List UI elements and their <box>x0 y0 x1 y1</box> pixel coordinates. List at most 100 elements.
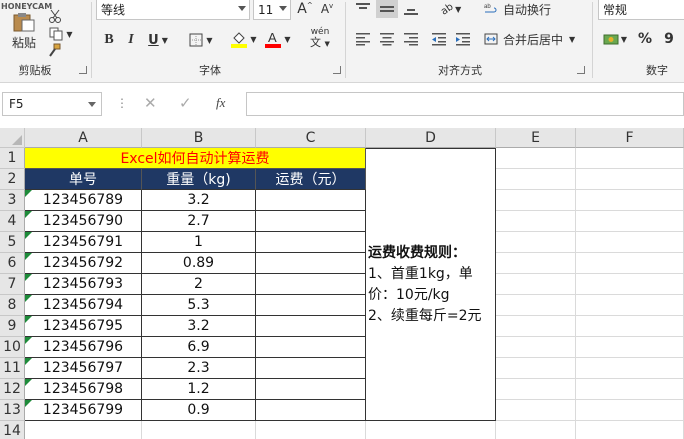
orientation-button[interactable]: ab ▼ <box>436 0 466 18</box>
id-cell[interactable]: 123456796 <box>25 337 142 358</box>
underline-button[interactable]: U ▼ <box>143 30 173 50</box>
id-cell[interactable]: 123456791 <box>25 232 142 253</box>
weight-cell[interactable]: 2.3 <box>142 358 256 379</box>
cell[interactable] <box>142 421 256 439</box>
cell[interactable] <box>496 232 576 253</box>
id-cell[interactable]: 123456794 <box>25 295 142 316</box>
percent-button[interactable]: % <box>636 30 654 48</box>
id-cell[interactable]: 123456795 <box>25 316 142 337</box>
bold-button[interactable]: B <box>100 30 118 50</box>
weight-cell[interactable]: 5.3 <box>142 295 256 316</box>
format-painter-button[interactable] <box>46 42 64 58</box>
comma-style-button[interactable]: 9 <box>660 30 678 48</box>
cell[interactable] <box>496 358 576 379</box>
row-header-8[interactable]: 8 <box>0 295 25 316</box>
column-header-e[interactable]: E <box>496 128 576 148</box>
cell[interactable] <box>496 295 576 316</box>
fee-cell[interactable] <box>256 274 366 295</box>
cell[interactable] <box>496 148 576 169</box>
cell[interactable] <box>496 274 576 295</box>
weight-cell[interactable]: 1 <box>142 232 256 253</box>
align-middle-button[interactable] <box>376 0 398 18</box>
cell[interactable] <box>576 316 684 337</box>
cell[interactable] <box>496 400 576 421</box>
id-cell[interactable]: 123456792 <box>25 253 142 274</box>
column-header-d[interactable]: D <box>366 128 496 148</box>
cell[interactable] <box>576 232 684 253</box>
column-header-f[interactable]: F <box>576 128 684 148</box>
row-header-5[interactable]: 5 <box>0 232 25 253</box>
font-name-combo[interactable]: 等线 <box>96 0 250 20</box>
cell[interactable] <box>496 421 576 439</box>
fee-cell[interactable] <box>256 253 366 274</box>
cell[interactable] <box>496 190 576 211</box>
row-header-12[interactable]: 12 <box>0 379 25 400</box>
font-size-combo[interactable]: 11 <box>253 0 291 20</box>
row-header-3[interactable]: 3 <box>0 190 25 211</box>
header-cell-fee[interactable]: 运费（元） <box>256 169 366 190</box>
cell[interactable] <box>25 421 142 439</box>
weight-cell[interactable]: 3.2 <box>142 190 256 211</box>
more-options-icon[interactable]: ⋮ <box>116 96 128 110</box>
weight-cell[interactable]: 3.2 <box>142 316 256 337</box>
title-cell[interactable]: Excel如何自动计算运费 <box>25 148 366 169</box>
enter-icon[interactable]: ✓ <box>179 94 192 112</box>
alignment-launcher-icon[interactable] <box>577 66 585 74</box>
row-header-13[interactable]: 13 <box>0 400 25 421</box>
column-header-c[interactable]: C <box>256 128 366 148</box>
row-header-1[interactable]: 1 <box>0 148 25 169</box>
cell[interactable] <box>496 211 576 232</box>
align-right-button[interactable] <box>400 30 422 48</box>
paste-button[interactable]: 粘贴 <box>6 10 42 52</box>
cell[interactable] <box>576 211 684 232</box>
cell[interactable] <box>576 337 684 358</box>
cell[interactable] <box>496 379 576 400</box>
cell[interactable] <box>576 253 684 274</box>
row-header-10[interactable]: 10 <box>0 337 25 358</box>
id-cell[interactable]: 123456797 <box>25 358 142 379</box>
column-header-a[interactable]: A <box>25 128 142 148</box>
rules-cell[interactable]: 运费收费规则： 1、首重1kg，单 价：10元/kg 2、续重每斤=2元 <box>366 148 496 421</box>
align-bottom-button[interactable] <box>400 0 422 18</box>
align-left-button[interactable] <box>352 30 374 48</box>
merge-center-button[interactable]: 合并后居中 ▼ <box>484 30 584 48</box>
column-header-b[interactable]: B <box>142 128 256 148</box>
weight-cell[interactable]: 0.9 <box>142 400 256 421</box>
fill-color-button[interactable]: ▼ <box>228 28 260 50</box>
align-top-button[interactable] <box>352 0 374 18</box>
cell[interactable] <box>256 421 366 439</box>
row-header-7[interactable]: 7 <box>0 274 25 295</box>
align-center-button[interactable] <box>376 30 398 48</box>
weight-cell[interactable]: 2 <box>142 274 256 295</box>
cell[interactable] <box>576 379 684 400</box>
row-header-9[interactable]: 9 <box>0 316 25 337</box>
wrap-text-button[interactable]: ab 自动换行 <box>484 0 556 18</box>
cancel-icon[interactable]: ✕ <box>144 94 157 112</box>
cell[interactable] <box>576 400 684 421</box>
fee-cell[interactable] <box>256 211 366 232</box>
row-header-4[interactable]: 4 <box>0 211 25 232</box>
fee-cell[interactable] <box>256 358 366 379</box>
phonetic-button[interactable]: wén 文 ▼ <box>304 28 336 50</box>
cell[interactable] <box>576 148 684 169</box>
id-cell[interactable]: 123456798 <box>25 379 142 400</box>
fee-cell[interactable] <box>256 337 366 358</box>
row-header-2[interactable]: 2 <box>0 169 25 190</box>
cell[interactable] <box>576 358 684 379</box>
cell[interactable] <box>496 316 576 337</box>
id-cell[interactable]: 123456790 <box>25 211 142 232</box>
fee-cell[interactable] <box>256 379 366 400</box>
weight-cell[interactable]: 2.7 <box>142 211 256 232</box>
cell[interactable] <box>496 253 576 274</box>
id-cell[interactable]: 123456793 <box>25 274 142 295</box>
number-format-combo[interactable]: 常规 <box>598 0 684 20</box>
id-cell[interactable]: 123456789 <box>25 190 142 211</box>
header-cell-weight[interactable]: 重量（kg) <box>142 169 256 190</box>
fee-cell[interactable] <box>256 400 366 421</box>
fee-cell[interactable] <box>256 316 366 337</box>
italic-button[interactable]: I <box>122 30 140 50</box>
weight-cell[interactable]: 6.9 <box>142 337 256 358</box>
row-header-14[interactable]: 14 <box>0 421 25 439</box>
fee-cell[interactable] <box>256 190 366 211</box>
fee-cell[interactable] <box>256 295 366 316</box>
